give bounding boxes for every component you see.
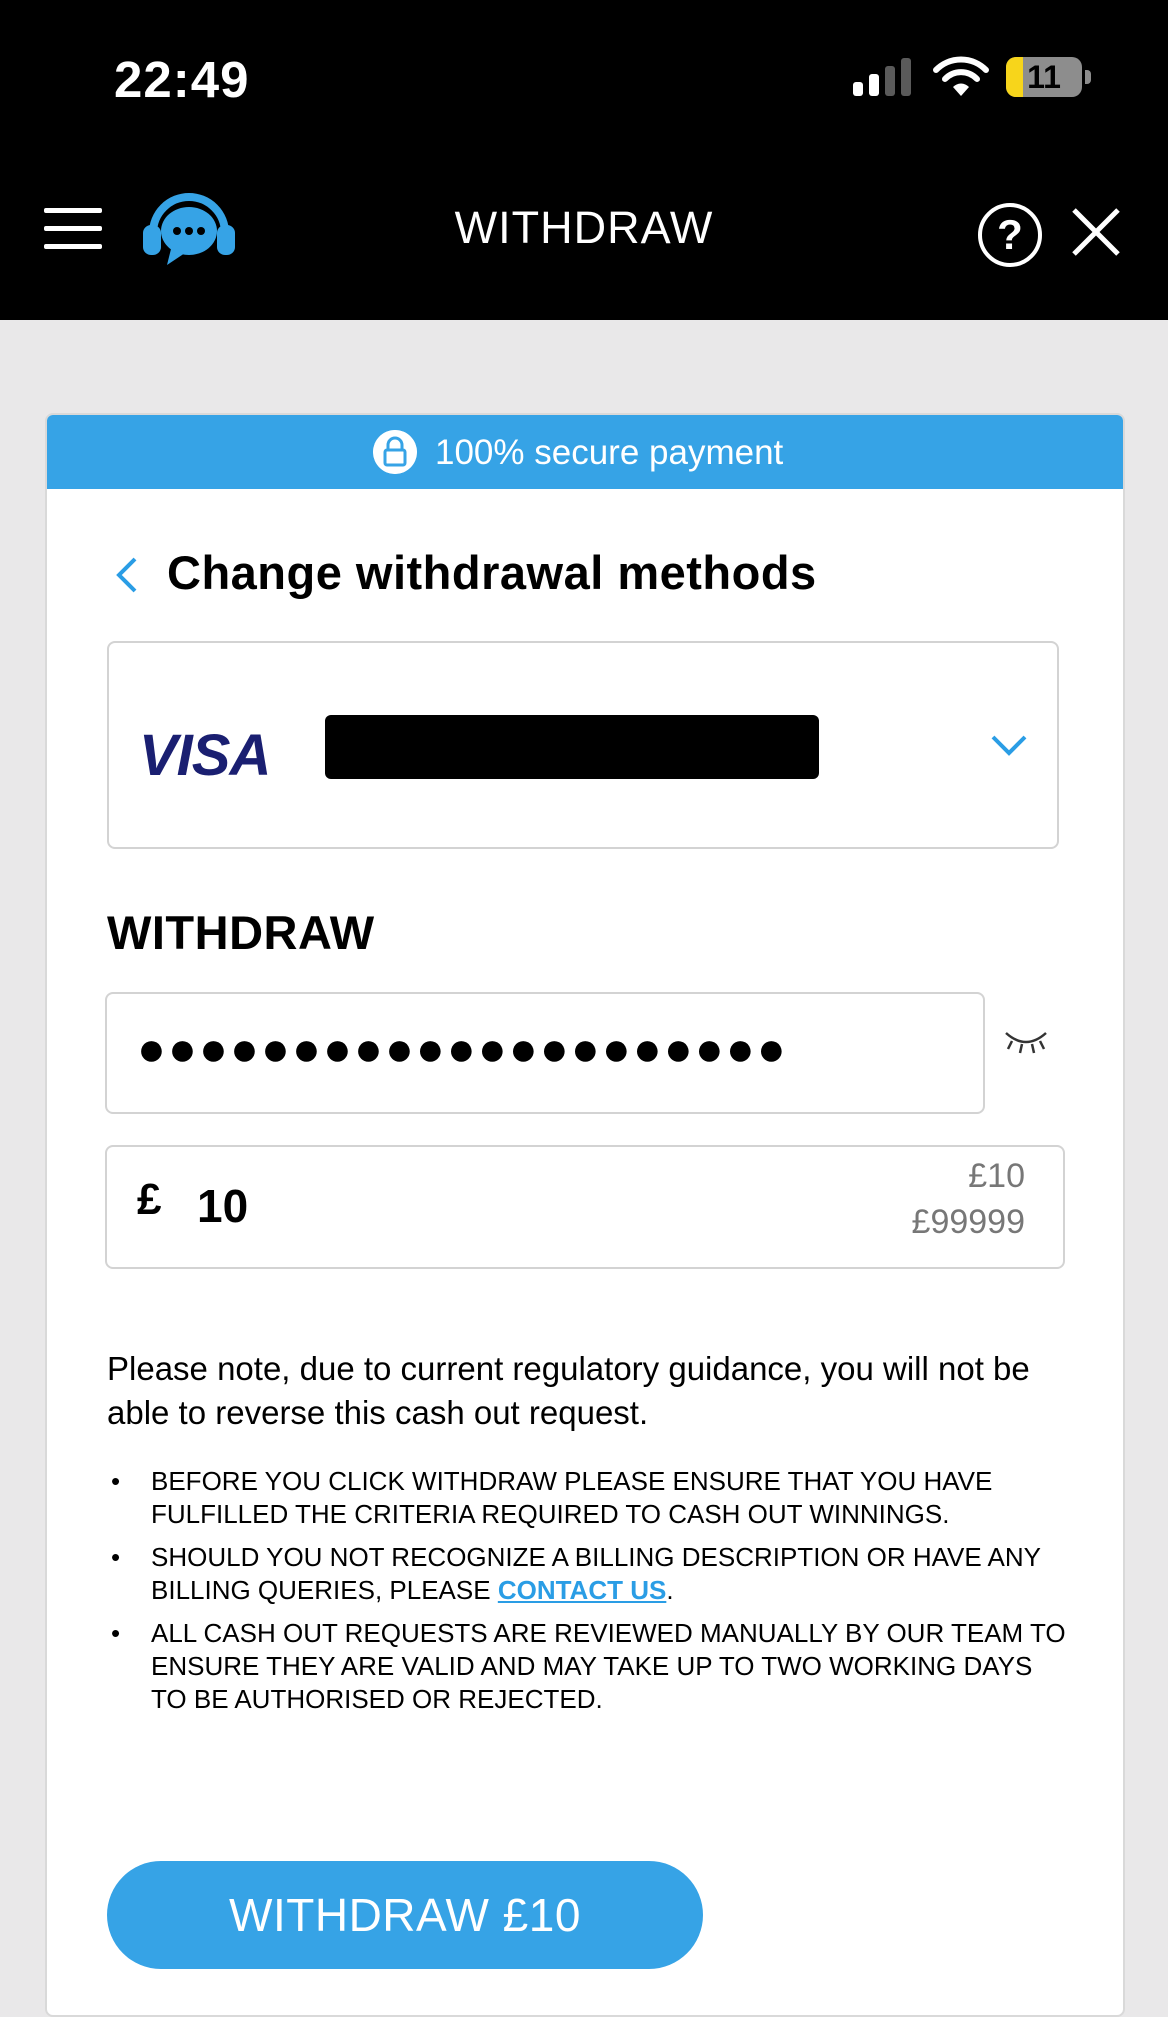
secure-payment-text: 100% secure payment	[435, 433, 784, 472]
rule-item: • Should you not recognize a billing desc…	[111, 1542, 1041, 1605]
amount-value: 10	[197, 1180, 249, 1232]
currency-symbol: £	[137, 1175, 162, 1224]
max-limit: £99999	[911, 1203, 1025, 1241]
battery-level: 11	[1027, 59, 1061, 95]
menu-icon[interactable]	[44, 208, 102, 250]
redacted-card-number	[325, 715, 819, 779]
min-limit: £10	[968, 1157, 1025, 1195]
visa-logo: VISA	[139, 723, 271, 788]
chevron-left-icon	[116, 557, 137, 593]
withdraw-rules-list: • Before you click withdraw please ensure…	[107, 1465, 1067, 1726]
wifi-icon	[933, 56, 989, 96]
password-mask: ●●●●●●●●●●●●●●●●●●●●●	[137, 1023, 788, 1076]
regulatory-note: Please note, due to current regulatory g…	[107, 1350, 1030, 1431]
lock-icon	[373, 430, 417, 474]
rule-item: • Before you click withdraw please ensure…	[111, 1466, 993, 1529]
contact-us-link[interactable]: CONTACT US	[498, 1575, 667, 1605]
chevron-down-icon[interactable]	[991, 733, 1027, 757]
secure-payment-banner: 100% secure payment	[47, 415, 1123, 489]
support-chat-icon[interactable]	[137, 187, 241, 275]
rule-text: All cash out requests are reviewed manua…	[151, 1618, 1066, 1714]
close-icon[interactable]	[1070, 206, 1122, 258]
signal-icon	[853, 58, 913, 96]
rule-text-end: .	[666, 1575, 674, 1605]
status-time: 22:49	[114, 51, 250, 108]
status-bar: 22:49 11	[0, 0, 1168, 160]
password-field[interactable]: ●●●●●●●●●●●●●●●●●●●●●	[105, 992, 985, 1114]
help-icon[interactable]: ?	[978, 203, 1042, 267]
battery-icon: 11	[1006, 57, 1082, 97]
amount-field[interactable]: £ 10 £10 £99999	[105, 1145, 1065, 1269]
battery-tip	[1085, 70, 1091, 84]
withdraw-card: 100% secure payment Change withdrawal me…	[45, 413, 1125, 2017]
change-withdrawal-methods-label: Change withdrawal methods	[167, 546, 817, 599]
rule-item: • All cash out requests are reviewed manu…	[111, 1618, 1066, 1714]
withdraw-button[interactable]: WITHDRAW £10	[107, 1861, 703, 1969]
eye-closed-icon[interactable]	[1002, 1025, 1050, 1055]
page-title: WITHDRAW	[454, 202, 714, 253]
rule-text: Before you click withdraw please ensure …	[151, 1466, 993, 1529]
withdraw-section-title: WITHDRAW	[107, 906, 375, 959]
